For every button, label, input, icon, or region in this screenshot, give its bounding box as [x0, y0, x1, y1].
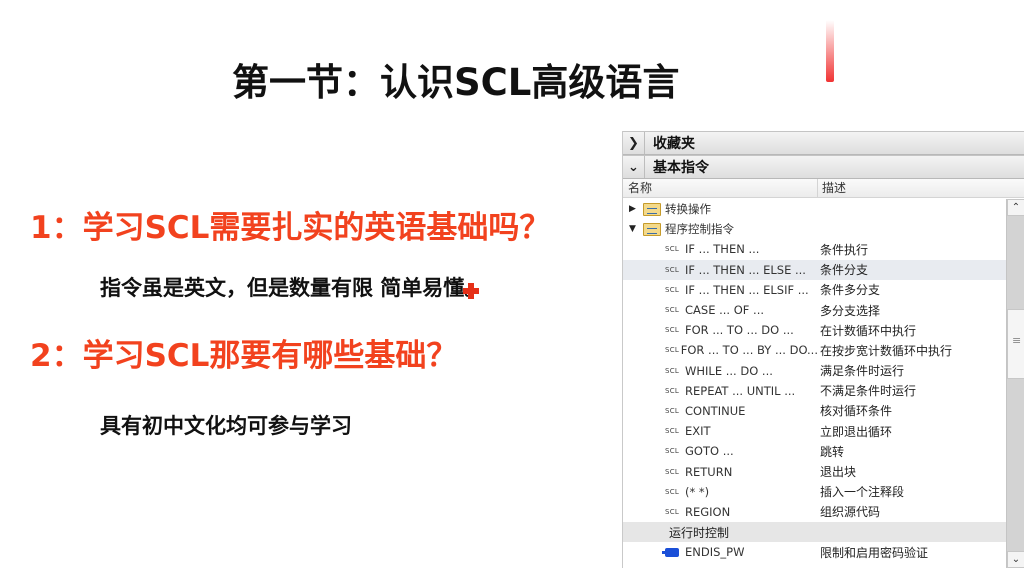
instruction-name: IF ... THEN ... [685, 242, 760, 257]
instruction-desc: 条件分支 [820, 263, 869, 278]
group-label: 运行时控制 [669, 525, 730, 540]
instruction-row[interactable]: SCL RETURN 退出块 [623, 461, 1006, 481]
instruction-name: CASE ... OF ... [685, 303, 765, 318]
favorites-label: 收藏夹 [653, 136, 695, 152]
scl-icon: SCL [665, 346, 680, 355]
instruction-row[interactable]: SCL IF ... THEN ... 条件执行 [623, 239, 1006, 259]
chevron-down-icon[interactable]: ⌄ [623, 156, 645, 178]
basic-instructions-label: 基本指令 [653, 160, 709, 176]
instruction-name: WHILE ... DO ... [685, 363, 773, 378]
instruction-desc: 退出块 [820, 465, 857, 480]
instruction-row[interactable]: SCL FOR ... TO ... DO ... 在计数循环中执行 [623, 320, 1006, 340]
instruction-desc: 插入一个注释段 [820, 485, 905, 500]
scl-icon: SCL [665, 507, 680, 516]
instruction-name: REPEAT ... UNTIL ... [685, 383, 796, 398]
expand-arrow-icon[interactable]: ▶ [629, 204, 639, 214]
instruction-desc: 立即退出循环 [820, 424, 893, 439]
instruction-row[interactable]: SCL CASE ... OF ... 多分支选择 [623, 300, 1006, 320]
instruction-desc: 条件执行 [820, 242, 869, 257]
scl-icon: SCL [665, 427, 680, 436]
instruction-name: FOR ... TO ... DO ... [685, 323, 794, 338]
instruction-name: IF ... THEN ... ELSIF ... [685, 282, 809, 297]
instruction-name: REGION [685, 504, 731, 519]
function-block-icon [662, 547, 679, 557]
answer-2: 具有初中文化均可参与学习 [100, 414, 352, 438]
instruction-name: EXIT [685, 424, 711, 439]
laser-pointer-mark [826, 20, 834, 82]
vertical-scrollbar[interactable]: ⌃ ⌄ [1006, 199, 1024, 568]
instruction-row-selected[interactable]: SCL IF ... THEN ... ELSE ... 条件分支 [623, 259, 1006, 280]
instruction-desc: 条件多分支 [820, 283, 881, 298]
scroll-down-button[interactable]: ⌄ [1007, 551, 1024, 568]
tree-folder-conversion[interactable]: ▶ 转换操作 [623, 199, 1006, 219]
folder-icon [643, 222, 661, 236]
scl-icon: SCL [665, 285, 680, 294]
tree-group-runtime-control[interactable]: 运行时控制 [623, 522, 1006, 543]
collapse-arrow-icon[interactable]: ▼ [629, 224, 639, 234]
instruction-row[interactable]: SCL EXIT 立即退出循环 [623, 421, 1006, 441]
instruction-row[interactable]: SCL FOR ... TO ... BY ... DO... 在按步宽计数循环中执… [623, 340, 1006, 360]
instruction-name: ENDIS_PW [685, 545, 745, 560]
folder-label: 程序控制指令 [665, 222, 734, 237]
instruction-name: RETURN [685, 464, 733, 479]
scl-icon: SCL [665, 366, 680, 375]
cursor-plus-icon [463, 283, 479, 299]
instruction-desc: 跳转 [820, 444, 845, 459]
instruction-desc: 满足条件时运行 [820, 364, 905, 379]
instruction-row[interactable]: SCL CONTINUE 核对循环条件 [623, 401, 1006, 421]
scl-icon: SCL [665, 487, 680, 496]
instruction-name: IF ... THEN ... ELSE ... [685, 262, 806, 277]
chevron-right-icon[interactable]: ❯ [623, 132, 645, 154]
instruction-row[interactable]: SCL GOTO ... 跳转 [623, 441, 1006, 461]
tree-folder-program-control[interactable]: ▼ 程序控制指令 [623, 219, 1006, 239]
folder-label: 转换操作 [665, 202, 711, 217]
scl-icon: SCL [665, 386, 680, 395]
scl-icon: SCL [665, 306, 680, 315]
instruction-name: (* *) [685, 484, 710, 499]
scroll-up-button[interactable]: ⌃ [1007, 199, 1024, 216]
question-2: 2：学习SCL那要有哪些基础？ [30, 338, 458, 374]
slide-title: 第一节：认识SCL高级语言 [232, 61, 680, 104]
scl-icon: SCL [665, 467, 680, 476]
instruction-row[interactable]: SCL IF ... THEN ... ELSIF ... 条件多分支 [623, 280, 1006, 300]
instruction-desc: 在计数循环中执行 [820, 323, 917, 338]
question-1: 1：学习SCL需要扎实的英语基础吗？ [30, 210, 551, 246]
scl-icon: SCL [665, 406, 680, 415]
instruction-desc: 多分支选择 [820, 303, 881, 318]
instructions-panel: ❯ 收藏夹 ⌄ 基本指令 名称 描述 ▶ 转换操作 ▼ 程序控制指令 SCL IF… [622, 131, 1024, 568]
instruction-name: FOR ... TO ... BY ... DO... [680, 343, 818, 358]
scl-icon: SCL [665, 447, 680, 456]
instruction-row[interactable]: ENDIS_PW 限制和启用密码验证 [623, 542, 1006, 562]
scroll-thumb[interactable] [1007, 309, 1024, 379]
column-header: 名称 描述 [623, 179, 1024, 198]
folder-icon [643, 202, 661, 216]
instruction-name: GOTO ... [685, 444, 734, 459]
column-description-header[interactable]: 描述 [818, 179, 846, 197]
instruction-desc: 限制和启用密码验证 [820, 545, 929, 560]
instruction-row[interactable]: SCL (* *) 插入一个注释段 [623, 482, 1006, 502]
column-name-header[interactable]: 名称 [623, 179, 818, 197]
scl-icon: SCL [665, 245, 680, 254]
scl-icon: SCL [665, 326, 680, 335]
instruction-desc: 不满足条件时运行 [820, 384, 917, 399]
favorites-pane-header[interactable]: ❯ 收藏夹 [623, 131, 1024, 155]
instruction-row[interactable]: SCL REGION 组织源代码 [623, 502, 1006, 522]
instruction-row[interactable]: SCL REPEAT ... UNTIL ... 不满足条件时运行 [623, 381, 1006, 401]
instruction-tree: ▶ 转换操作 ▼ 程序控制指令 SCL IF ... THEN ... 条件执行 S… [623, 199, 1006, 568]
basic-instructions-pane-header[interactable]: ⌄ 基本指令 [623, 155, 1024, 179]
instruction-row[interactable]: SCL WHILE ... DO ... 满足条件时运行 [623, 361, 1006, 381]
instruction-name: CONTINUE [685, 403, 746, 418]
instruction-desc: 组织源代码 [820, 505, 881, 520]
instruction-desc: 在按步宽计数循环中执行 [820, 343, 953, 358]
instruction-desc: 核对循环条件 [820, 404, 893, 419]
scl-icon: SCL [665, 265, 680, 274]
answer-1: 指令虽是英文，但是数量有限 简单易懂。 [100, 276, 486, 300]
